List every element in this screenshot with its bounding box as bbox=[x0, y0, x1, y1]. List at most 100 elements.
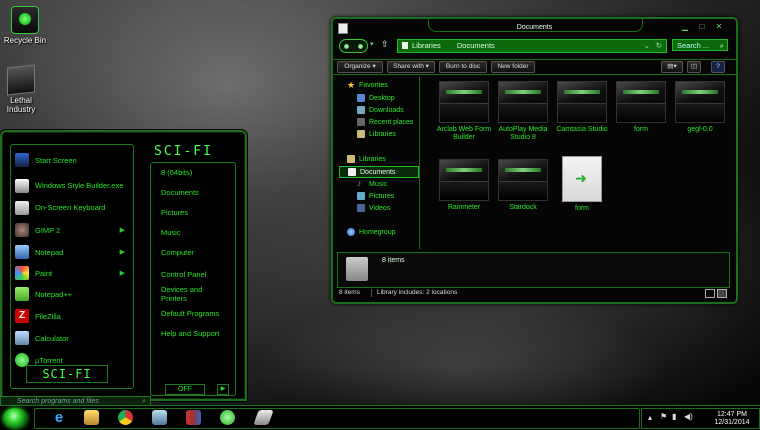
nav-recent-places[interactable]: Recent places bbox=[357, 118, 413, 126]
file-item[interactable]: Camtasia Studio bbox=[554, 81, 610, 134]
start-item-calculator[interactable]: Calculator bbox=[15, 330, 129, 346]
share-with-button[interactable]: Share with ▾ bbox=[387, 61, 435, 73]
back-forward-buttons[interactable] bbox=[339, 39, 368, 53]
notepadpp-icon bbox=[15, 287, 29, 301]
start-item-filezilla[interactable]: Z FileZilla bbox=[15, 308, 129, 324]
taskbar-file-explorer[interactable] bbox=[78, 408, 104, 427]
breadcrumb-libraries[interactable]: Libraries bbox=[412, 41, 441, 50]
pane-splitter[interactable] bbox=[419, 77, 420, 249]
search-placeholder: Search ... bbox=[677, 41, 710, 50]
desktop-icon-label: Lethal Industry bbox=[6, 96, 36, 114]
link-computer[interactable]: Computer bbox=[161, 248, 194, 257]
taskbar-network[interactable] bbox=[146, 408, 172, 427]
chevron-down-icon[interactable]: ⌄ bbox=[644, 40, 650, 52]
nav-libraries[interactable]: Libraries bbox=[347, 155, 386, 163]
file-item[interactable]: Rainmeter bbox=[436, 159, 492, 212]
start-item-label: Notepad bbox=[35, 247, 64, 257]
nav-favorites[interactable]: ★ Favorites bbox=[347, 80, 388, 90]
file-name: form bbox=[634, 126, 648, 133]
new-folder-button[interactable]: New folder bbox=[491, 61, 535, 73]
search-icon: ⌕ bbox=[719, 41, 724, 50]
desktop-icon-recycle-bin[interactable]: Recycle Bin bbox=[0, 6, 50, 45]
link-documents[interactable]: Documents bbox=[161, 188, 199, 197]
file-name: Camtasia Studio bbox=[556, 126, 608, 133]
start-item-notepad[interactable]: Notepad ▶ bbox=[15, 244, 129, 260]
file-item[interactable]: ➜ form bbox=[554, 156, 610, 213]
link-help-support[interactable]: Help and Support bbox=[161, 329, 219, 338]
nav-desktop[interactable]: Desktop bbox=[357, 94, 395, 102]
nav-downloads[interactable]: Downloads bbox=[357, 106, 404, 114]
burn-to-disc-button[interactable]: Burn to disc bbox=[439, 61, 487, 73]
file-item[interactable]: form bbox=[613, 81, 669, 134]
libraries-icon bbox=[347, 155, 355, 163]
file-item[interactable]: Stardock bbox=[495, 159, 551, 212]
link-user[interactable]: 8 (64bits) bbox=[161, 168, 192, 177]
nav-pictures[interactable]: Pictures bbox=[357, 192, 394, 200]
shutdown-button[interactable]: OFF bbox=[165, 384, 205, 395]
start-item-keyboard[interactable]: On-Screen Keyboard bbox=[15, 197, 129, 219]
organize-button[interactable]: Organize ▾ bbox=[337, 61, 383, 73]
start-item-label: FileZilla bbox=[35, 311, 61, 321]
navigation-pane: ★ Favorites Desktop Downloads Recent plac… bbox=[337, 77, 421, 249]
nav-homegroup[interactable]: Homegroup bbox=[347, 228, 396, 236]
desktop-icon-lethal-industry[interactable]: Lethal Industry bbox=[0, 64, 42, 114]
clock[interactable]: 12:47 PM 12/31/2014 bbox=[709, 411, 755, 427]
start-item-notepadpp[interactable]: Notepad++ bbox=[15, 286, 129, 302]
taskbar-winrar[interactable] bbox=[180, 408, 206, 427]
refresh-icon[interactable]: ↻ bbox=[656, 40, 662, 52]
shutdown-options-button[interactable]: ▶ bbox=[217, 384, 229, 395]
filezilla-icon: Z bbox=[15, 309, 29, 323]
star-icon: ★ bbox=[347, 80, 356, 90]
show-hidden-icons-icon[interactable]: ▴ bbox=[648, 413, 652, 422]
start-item-start-screen[interactable]: Start Screen bbox=[15, 152, 129, 168]
network-icon bbox=[151, 410, 167, 425]
folder-icon bbox=[498, 81, 548, 123]
taskbar: e ▴ ⚑ ▮ ◀) 12:47 PM 12/31/2014 bbox=[0, 405, 760, 430]
taskbar-chrome[interactable] bbox=[112, 408, 138, 427]
submenu-arrow-icon: ▶ bbox=[119, 270, 125, 277]
internet-explorer-icon: e bbox=[54, 409, 64, 426]
address-bar[interactable]: Libraries Documents ⌄ ↻ bbox=[397, 39, 667, 53]
up-icon[interactable]: ⇧ bbox=[381, 39, 389, 50]
nav-libraries-fav[interactable]: Libraries bbox=[357, 130, 396, 138]
start-item-paint[interactable]: Paint ▶ bbox=[15, 265, 129, 281]
taskbar-utorrent[interactable] bbox=[214, 408, 240, 427]
details-view-icon[interactable] bbox=[705, 289, 715, 298]
link-control-panel[interactable]: Control Panel bbox=[161, 270, 206, 279]
link-music[interactable]: Music bbox=[161, 228, 181, 237]
file-name: form bbox=[575, 205, 589, 212]
breadcrumb-documents[interactable]: Documents bbox=[457, 41, 495, 50]
file-item[interactable]: gegl-0.0 bbox=[672, 81, 728, 134]
recent-pages-icon[interactable]: ▾ bbox=[370, 40, 374, 48]
taskbar-internet-explorer[interactable]: e bbox=[46, 408, 72, 427]
nav-videos[interactable]: Videos bbox=[357, 204, 390, 212]
preview-pane-button[interactable]: ◫ bbox=[687, 61, 701, 73]
maximize-button[interactable]: □ bbox=[695, 22, 709, 32]
close-button[interactable]: ✕ bbox=[712, 22, 726, 32]
file-item[interactable]: AutoPlay Media Studio 8 bbox=[495, 81, 551, 142]
status-bar: 8 items Library includes: 2 locations bbox=[337, 287, 728, 299]
link-devices-printers[interactable]: Devices and Printers bbox=[161, 285, 221, 303]
help-icon[interactable]: ? bbox=[711, 61, 725, 73]
start-item-style-builder[interactable]: Windows Style Builder.exe bbox=[15, 175, 129, 197]
link-pictures[interactable]: Pictures bbox=[161, 208, 188, 217]
minimize-button[interactable]: ▁ bbox=[678, 22, 692, 32]
start-item-gimp[interactable]: GIMP 2 ▶ bbox=[15, 222, 129, 238]
arrow-right-icon: ➜ bbox=[575, 170, 587, 186]
file-item[interactable]: Arclab Web Form Builder bbox=[436, 81, 492, 142]
document-icon: ➜ bbox=[562, 156, 602, 202]
start-button[interactable] bbox=[3, 408, 27, 428]
explorer-search-input[interactable]: Search ... ⌕ bbox=[672, 39, 728, 51]
forward-icon[interactable] bbox=[357, 43, 363, 49]
action-center-flag-icon[interactable]: ⚑ bbox=[660, 412, 667, 421]
change-view-button[interactable]: ▤▾ bbox=[661, 61, 683, 73]
nav-music[interactable]: ♪ Music bbox=[357, 180, 387, 188]
nav-documents[interactable]: Documents bbox=[339, 166, 419, 178]
large-icons-view-icon[interactable] bbox=[717, 289, 727, 298]
volume-icon[interactable]: ◀) bbox=[684, 412, 693, 421]
taskbar-tool[interactable] bbox=[250, 408, 276, 427]
back-icon[interactable] bbox=[344, 43, 350, 49]
file-name: Stardock bbox=[509, 204, 537, 211]
link-default-programs[interactable]: Default Programs bbox=[161, 309, 219, 318]
network-status-icon[interactable]: ▮ bbox=[672, 412, 676, 421]
